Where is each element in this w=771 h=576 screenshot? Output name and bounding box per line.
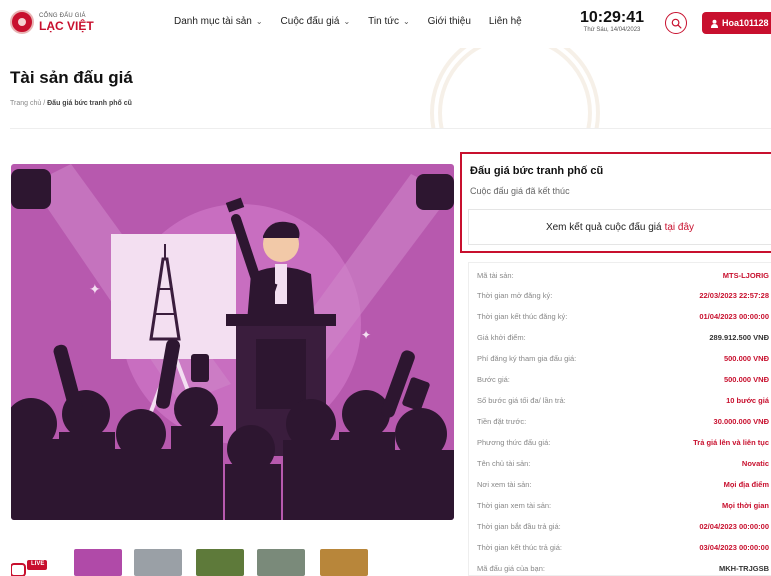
asset-info-table: Mã tài sản: MTS-LJORIG Thời gian mở đăng… xyxy=(468,262,771,576)
info-value: MTS-LJORIG xyxy=(722,270,769,280)
auction-main-image[interactable]: ✦ ✦ xyxy=(11,164,454,520)
clock-date: Thứ Sáu, 14/04/2023 xyxy=(583,27,641,33)
info-value: Trả giá lên và liên tục xyxy=(693,437,769,447)
nav-item-contact[interactable]: Liên hệ xyxy=(489,16,522,27)
info-label: Bước giá: xyxy=(477,374,510,384)
nav-item-news[interactable]: Tin tức ⌄ xyxy=(368,16,409,27)
info-row-max-steps: Số bước giá tối đa/ lần trả: 10 bước giá xyxy=(469,390,771,410)
info-row-your-bid-code: Mã đấu giá của bạn: MKH-TRJGSB xyxy=(469,558,771,576)
logo-brand-text: LẠC VIỆT xyxy=(39,18,94,33)
info-label: Phí đăng ký tham gia đấu giá: xyxy=(477,353,577,363)
svg-text:✦: ✦ xyxy=(361,328,371,342)
info-row-bid-step: Bước giá: 500.000 VNĐ xyxy=(469,369,771,389)
search-button[interactable] xyxy=(665,12,687,34)
info-row-asset-code: Mã tài sản: MTS-LJORIG xyxy=(469,265,771,285)
header-clock: 10:29:41 Thứ Sáu, 14/04/2023 xyxy=(580,9,645,34)
info-label: Tiền đặt trước: xyxy=(477,416,527,426)
info-label: Mã đấu giá của bạn: xyxy=(477,563,545,573)
page-title: Tài sản đấu giá xyxy=(10,68,133,87)
info-value: 10 bước giá xyxy=(726,395,769,405)
gallery-thumbnail[interactable] xyxy=(257,549,305,576)
chevron-down-icon: ⌄ xyxy=(255,17,263,26)
live-badge[interactable]: LIVE xyxy=(10,560,47,576)
info-label: Thời gian mở đăng ký: xyxy=(477,290,553,300)
nav-item-label: Danh mục tài sản xyxy=(174,16,252,27)
nav-item-label: Tin tức xyxy=(368,16,399,27)
info-value: 22/03/2023 22:57:28 xyxy=(699,290,769,300)
section-divider xyxy=(10,128,771,129)
chevron-down-icon: ⌄ xyxy=(343,17,351,26)
page-banner: Tài sản đấu giá Trang chủ / Đấu giá bức … xyxy=(0,48,771,128)
svg-text:✦: ✦ xyxy=(89,282,101,298)
search-icon xyxy=(671,18,681,28)
main-nav: Danh mục tài sản ⌄ Cuộc đấu giá ⌄ Tin tứ… xyxy=(174,16,540,27)
info-value: Mọi thời gian xyxy=(722,500,769,510)
info-label: Thời gian bắt đầu trả giá: xyxy=(477,521,561,531)
info-value: 03/04/2023 00:00:00 xyxy=(699,542,769,552)
site-logo[interactable]: CỔNG ĐẤU GIÁ LẠC VIỆT xyxy=(10,10,94,34)
view-result-link[interactable]: tại đây xyxy=(665,222,694,233)
user-account-button[interactable]: Hoa101128 xyxy=(702,12,771,34)
info-value: Novatic xyxy=(741,458,769,468)
live-label: LIVE xyxy=(31,561,45,567)
info-row-view-time: Thời gian xem tài sản: Mọi thời gian xyxy=(469,495,771,515)
nav-item-label: Giới thiệu xyxy=(427,16,471,27)
info-label: Giá khởi điểm: xyxy=(477,332,526,342)
info-value: 500.000 VNĐ xyxy=(723,353,769,363)
info-value: 500.000 VNĐ xyxy=(723,374,769,384)
info-label: Thời gian kết thúc trả giá: xyxy=(477,542,562,552)
logo-seal-icon xyxy=(10,10,34,34)
nav-item-auctions[interactable]: Cuộc đấu giá ⌄ xyxy=(281,16,351,27)
info-value: 02/04/2023 00:00:00 xyxy=(699,521,769,531)
auction-illustration: ✦ ✦ xyxy=(11,164,454,520)
gallery-thumbnail[interactable] xyxy=(134,549,182,576)
info-value: 01/04/2023 00:00:00 xyxy=(699,311,769,321)
info-row-view-location: Nơi xem tài sản: Mọi địa điểm xyxy=(469,474,771,494)
site-header: CỔNG ĐẤU GIÁ LẠC VIỆT Danh mục tài sản ⌄… xyxy=(0,0,771,48)
logo-text: CỔNG ĐẤU GIÁ LẠC VIỆT xyxy=(39,13,94,32)
logo-small-text: CỔNG ĐẤU GIÁ xyxy=(39,12,86,19)
info-row-registration-close: Thời gian kết thúc đăng ký: 01/04/2023 0… xyxy=(469,306,771,326)
gallery-thumbnail[interactable] xyxy=(320,549,368,576)
info-row-registration-fee: Phí đăng ký tham gia đấu giá: 500.000 VN… xyxy=(469,348,771,368)
info-label: Tên chủ tài sản: xyxy=(477,458,531,468)
gallery-thumbnail[interactable] xyxy=(196,549,244,576)
nav-item-label: Liên hệ xyxy=(488,16,522,27)
info-row-bidding-end: Thời gian kết thúc trả giá: 03/04/2023 0… xyxy=(469,537,771,557)
clock-time: 10:29:41 xyxy=(580,9,645,26)
info-label: Thời gian kết thúc đăng ký: xyxy=(477,311,568,321)
breadcrumb-separator: / xyxy=(43,100,46,107)
user-icon xyxy=(710,19,719,28)
asset-title: Đấu giá bức tranh phố cũ xyxy=(470,165,604,177)
info-value: MKH-TRJGSB xyxy=(719,563,769,573)
nav-item-label: Cuộc đấu giá xyxy=(280,16,340,27)
info-row-deposit: Tiền đặt trước: 30.000.000 VNĐ xyxy=(469,411,771,431)
info-label: Thời gian xem tài sản: xyxy=(477,500,552,510)
view-result-text: Xem kết quả cuộc đấu giá xyxy=(545,221,662,233)
info-value: 289.912.500 VNĐ xyxy=(709,332,769,342)
info-row-auction-method: Phương thức đấu giá: Trả giá lên và liên… xyxy=(469,432,771,452)
breadcrumb-current: Đấu giá bức tranh phố cũ xyxy=(47,100,132,107)
info-row-registration-open: Thời gian mở đăng ký: 22/03/2023 22:57:2… xyxy=(469,285,771,305)
nav-item-assets[interactable]: Danh mục tài sản ⌄ xyxy=(174,16,263,27)
info-label: Số bước giá tối đa/ lần trả: xyxy=(477,395,566,405)
info-row-owner: Tên chủ tài sản: Novatic xyxy=(469,453,771,473)
info-label: Mã tài sản: xyxy=(477,270,514,280)
chevron-down-icon: ⌄ xyxy=(402,17,410,26)
info-label: Phương thức đấu giá: xyxy=(477,437,551,447)
view-result-button[interactable]: Xem kết quả cuộc đấu giá tại đây xyxy=(468,209,771,245)
gallery-thumbnail[interactable] xyxy=(74,549,122,576)
info-row-starting-price: Giá khởi điểm: 289.912.500 VNĐ xyxy=(469,327,771,347)
banner-decoration xyxy=(430,48,600,128)
info-value: Mọi địa điểm xyxy=(723,479,769,489)
auction-result-box: Đấu giá bức tranh phố cũ Cuộc đấu giá đã… xyxy=(460,152,771,253)
breadcrumb: Trang chủ / Đấu giá bức tranh phố cũ xyxy=(10,100,132,107)
info-value: 30.000.000 VNĐ xyxy=(713,416,769,426)
nav-item-about[interactable]: Giới thiệu xyxy=(428,16,471,27)
auction-status: Cuộc đấu giá đã kết thúc xyxy=(470,186,570,196)
user-name: Hoa101128 xyxy=(722,18,769,28)
info-row-bidding-start: Thời gian bắt đầu trả giá: 02/04/2023 00… xyxy=(469,516,771,536)
info-label: Nơi xem tài sản: xyxy=(477,479,532,489)
breadcrumb-home[interactable]: Trang chủ xyxy=(10,100,41,107)
